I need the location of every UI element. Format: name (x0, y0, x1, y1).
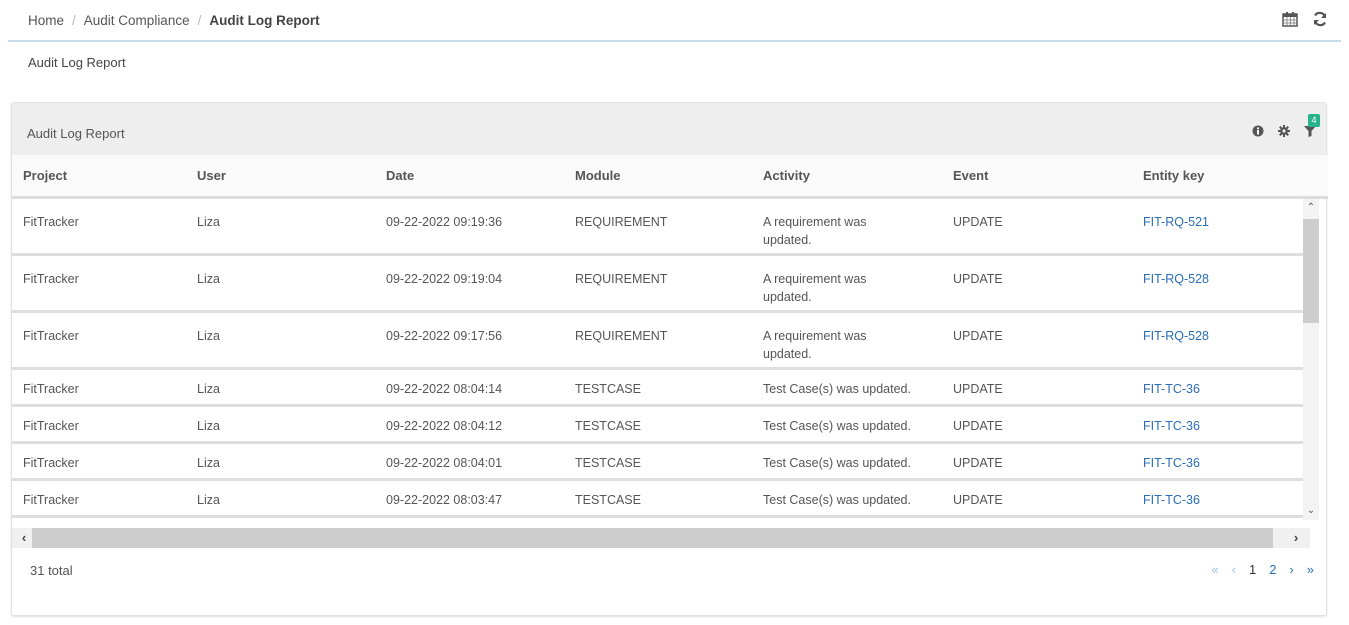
horizontal-scrollbar[interactable]: ‹ › (12, 528, 1310, 548)
entity-key-link[interactable]: FIT-RQ-528 (1143, 313, 1293, 367)
cell-module: TESTCASE (575, 493, 641, 507)
cell-user: Liza (197, 493, 220, 507)
first-page-button[interactable]: « (1211, 562, 1218, 577)
table-row[interactable]: FitTracker Liza 09-22-2022 09:19:36 REQU… (12, 199, 1312, 256)
table-body: FitTracker Liza 09-22-2022 09:19:36 REQU… (12, 199, 1312, 520)
breadcrumb: Home / Audit Compliance / Audit Log Report (28, 13, 320, 28)
cell-date: 09-22-2022 09:19:36 (386, 215, 503, 229)
column-header-entity-key[interactable]: Entity key (1143, 168, 1293, 183)
cell-activity: Test Case(s) was updated. (763, 456, 911, 470)
entity-key-link[interactable]: FIT-TC-36 (1143, 407, 1293, 441)
cell-date: 09-22-2022 09:17:56 (386, 329, 503, 343)
column-header-date[interactable]: Date (386, 168, 575, 183)
cell-user: Liza (197, 215, 220, 229)
scroll-right-icon[interactable]: › (1286, 528, 1306, 548)
last-page-button[interactable]: » (1307, 562, 1314, 577)
refresh-icon[interactable] (1311, 10, 1329, 28)
table-row[interactable]: FitTracker Liza 09-22-2022 08:03:47 TEST… (12, 481, 1312, 518)
cell-project: FitTracker (23, 456, 79, 470)
cell-event: UPDATE (953, 419, 1003, 433)
cell-project: FitTracker (23, 419, 79, 433)
column-header-user[interactable]: User (197, 168, 386, 183)
cell-event: UPDATE (953, 329, 1003, 343)
cell-activity: A requirement was updated. (763, 329, 867, 361)
cell-activity: Test Case(s) was updated. (763, 493, 911, 507)
page-1-button[interactable]: 1 (1249, 562, 1256, 577)
breadcrumb-separator: / (72, 13, 76, 28)
cell-activity: A requirement was updated. (763, 215, 867, 247)
filter-icon[interactable]: 4 (1304, 114, 1320, 137)
cell-event: UPDATE (953, 493, 1003, 507)
filter-count-badge: 4 (1308, 114, 1320, 127)
breadcrumb-current: Audit Log Report (209, 13, 320, 28)
entity-key-link[interactable]: FIT-TC-36 (1143, 444, 1293, 478)
gear-icon[interactable] (1278, 125, 1290, 137)
cell-user: Liza (197, 419, 220, 433)
vertical-scroll-thumb[interactable] (1303, 219, 1319, 323)
cell-date: 09-22-2022 08:03:47 (386, 493, 503, 507)
cell-date: 09-22-2022 09:19:04 (386, 272, 503, 286)
cell-module: REQUIREMENT (575, 329, 668, 343)
panel-header: Audit Log Report 4 (12, 103, 1326, 155)
pagination: « ‹ 1 2 › » (1211, 562, 1314, 577)
total-count: 31 total (30, 563, 73, 578)
entity-key-link[interactable]: FIT-TC-36 (1143, 370, 1293, 404)
cell-project: FitTracker (23, 272, 79, 286)
cell-event: UPDATE (953, 272, 1003, 286)
page-2-button[interactable]: 2 (1269, 562, 1276, 577)
vertical-scrollbar[interactable]: ⌃ ⌄ (1303, 199, 1319, 520)
cell-activity: Test Case(s) was updated. (763, 382, 911, 396)
scroll-up-icon[interactable]: ⌃ (1303, 199, 1319, 217)
breadcrumb-home[interactable]: Home (28, 13, 64, 28)
entity-key-link[interactable]: FIT-TC-36 (1143, 481, 1293, 515)
info-icon[interactable] (1252, 125, 1264, 137)
cell-event: UPDATE (953, 456, 1003, 470)
page-title: Audit Log Report (28, 55, 126, 70)
column-header-event[interactable]: Event (953, 168, 1143, 183)
prev-page-button[interactable]: ‹ (1232, 562, 1236, 577)
cell-event: UPDATE (953, 382, 1003, 396)
table-row[interactable]: FitTracker Liza 09-22-2022 09:17:56 REQU… (12, 313, 1312, 370)
scroll-down-icon[interactable]: ⌄ (1303, 502, 1319, 520)
cell-project: FitTracker (23, 215, 79, 229)
cell-module: REQUIREMENT (575, 215, 668, 229)
top-bar: Home / Audit Compliance / Audit Log Report (8, 0, 1341, 42)
cell-user: Liza (197, 456, 220, 470)
entity-key-link[interactable]: FIT-RQ-521 (1143, 199, 1293, 253)
cell-project: FitTracker (23, 329, 79, 343)
table-row[interactable]: FitTracker Liza 09-22-2022 08:04:14 TEST… (12, 370, 1312, 407)
cell-module: TESTCASE (575, 382, 641, 396)
table-row[interactable]: FitTracker Liza 09-22-2022 08:04:12 TEST… (12, 407, 1312, 444)
cell-module: TESTCASE (575, 456, 641, 470)
cell-event: UPDATE (953, 215, 1003, 229)
cell-date: 09-22-2022 08:04:14 (386, 382, 503, 396)
cell-activity: A requirement was updated. (763, 272, 867, 304)
breadcrumb-separator: / (197, 13, 202, 28)
column-header-activity[interactable]: Activity (763, 168, 953, 183)
calendar-icon[interactable] (1281, 10, 1299, 28)
cell-project: FitTracker (23, 493, 79, 507)
cell-project: FitTracker (23, 382, 79, 396)
entity-key-link[interactable]: FIT-RQ-528 (1143, 256, 1293, 310)
horizontal-scroll-thumb[interactable] (32, 528, 1273, 548)
table-row[interactable]: FitTracker Liza 09-22-2022 09:19:04 REQU… (12, 256, 1312, 313)
next-page-button[interactable]: › (1289, 562, 1293, 577)
audit-log-panel: Audit Log Report 4 Project User Date Mod… (11, 102, 1328, 616)
cell-date: 09-22-2022 08:04:12 (386, 419, 503, 433)
cell-date: 09-22-2022 08:04:01 (386, 456, 503, 470)
panel-title: Audit Log Report (27, 126, 125, 141)
cell-user: Liza (197, 329, 220, 343)
table-header: Project User Date Module Activity Event … (12, 155, 1328, 199)
cell-user: Liza (197, 382, 220, 396)
audit-log-table: Project User Date Module Activity Event … (12, 155, 1328, 549)
cell-user: Liza (197, 272, 220, 286)
cell-module: REQUIREMENT (575, 272, 668, 286)
table-row[interactable]: FitTracker Liza 09-22-2022 08:04:01 TEST… (12, 444, 1312, 481)
column-header-module[interactable]: Module (575, 168, 763, 183)
column-header-project[interactable]: Project (12, 168, 197, 183)
scroll-left-icon[interactable]: ‹ (14, 528, 34, 548)
cell-module: TESTCASE (575, 419, 641, 433)
breadcrumb-audit-compliance[interactable]: Audit Compliance (84, 13, 190, 28)
cell-activity: Test Case(s) was updated. (763, 419, 911, 433)
